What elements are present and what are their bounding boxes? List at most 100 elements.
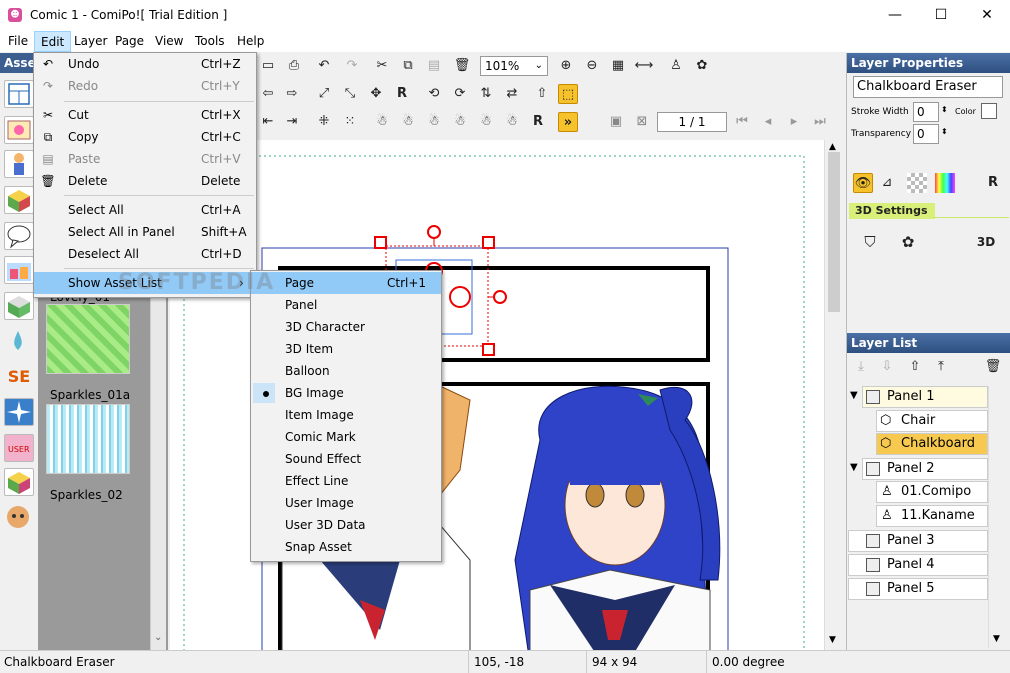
menu-file[interactable]: File: [2, 31, 34, 52]
color-swatch[interactable]: [981, 103, 997, 119]
submenu-3d-item[interactable]: 3D Item: [251, 338, 441, 360]
undo-icon[interactable]: ↶: [314, 56, 334, 76]
menu-paste[interactable]: ▤ Paste Ctrl+V: [34, 148, 256, 170]
move-bottom-icon[interactable]: ⤓: [851, 357, 871, 377]
chevron-down-icon[interactable]: ▼: [993, 634, 1000, 644]
submenu-effect-line[interactable]: Effect Line: [251, 470, 441, 492]
trash-icon[interactable]: 🗑: [983, 357, 1003, 377]
character-pose-3-icon[interactable]: ☃: [424, 112, 444, 132]
menu-undo[interactable]: ↶ Undo Ctrl+Z: [34, 53, 256, 75]
menu-select-all-in-panel[interactable]: Select All in Panel Shift+A: [34, 221, 256, 243]
rotate-right-icon[interactable]: ⟳: [450, 84, 470, 104]
user-3d-data-icon[interactable]: [4, 468, 34, 496]
3d-pose-icon[interactable]: ✿: [895, 229, 921, 255]
scale-down-icon[interactable]: ⁙: [340, 112, 360, 132]
expand-arrow-icon[interactable]: ▼: [850, 462, 858, 473]
character-pose-4-icon[interactable]: ☃: [450, 112, 470, 132]
submenu-snap-asset[interactable]: Snap Asset: [251, 536, 441, 558]
character-pose-1-icon[interactable]: ☃: [372, 112, 392, 132]
menu-layer[interactable]: Layer: [68, 31, 113, 52]
layer-row-panel-1[interactable]: Panel 1: [862, 386, 988, 408]
arrow-right-icon[interactable]: ⇨: [282, 84, 302, 104]
menu-tools[interactable]: Tools: [189, 31, 231, 52]
3d-rotate-icon[interactable]: ⛉: [857, 229, 883, 255]
previous-page-icon[interactable]: ◂: [758, 112, 778, 132]
minimize-button[interactable]: —: [872, 0, 918, 31]
fit-page-icon[interactable]: ▦: [608, 56, 628, 76]
canvas-scrollbar[interactable]: ▲ ▼: [824, 140, 842, 650]
submenu-page[interactable]: Page Ctrl+1: [251, 272, 441, 294]
menu-redo[interactable]: ↷ Redo Ctrl+Y: [34, 75, 256, 97]
layer-row-comipo[interactable]: ♙01.Comipo ...: [876, 481, 988, 519]
expand-icon[interactable]: ⤢: [314, 84, 334, 104]
reset-pose-icon[interactable]: R: [528, 112, 548, 132]
last-page-icon[interactable]: ⏭: [810, 112, 830, 132]
lock-icon[interactable]: ⬚: [558, 84, 578, 104]
3d-character-icon[interactable]: [4, 150, 34, 178]
print-icon[interactable]: ⎙: [284, 56, 304, 76]
layer-row-chalkboard[interactable]: ⬡Chalkboard ...: [876, 433, 988, 471]
remove-page-icon[interactable]: ⊠: [632, 112, 652, 132]
submenu-user-3d-data[interactable]: User 3D Data: [251, 514, 441, 536]
menu-copy[interactable]: ⧉ Copy Ctrl+C: [34, 126, 256, 148]
rotate-left-icon[interactable]: ⟲: [424, 84, 444, 104]
panel-icon[interactable]: [4, 116, 34, 144]
chevron-down-icon[interactable]: ⌄: [154, 632, 162, 643]
submenu-comic-mark[interactable]: Comic Mark: [251, 426, 441, 448]
arrow-left-icon[interactable]: ⇦: [258, 84, 278, 104]
zoom-in-icon[interactable]: ⊕: [556, 56, 576, 76]
menu-select-all[interactable]: Select All Ctrl+A: [34, 199, 256, 221]
sound-effect-icon[interactable]: SE: [4, 364, 34, 392]
new-icon[interactable]: ▭: [258, 56, 278, 76]
pan-right-icon[interactable]: ⇥: [282, 112, 302, 132]
close-button[interactable]: ✕: [964, 0, 1010, 31]
layer-row-panel-5[interactable]: Panel 5: [848, 578, 988, 600]
pan-left-icon[interactable]: ⇤: [258, 112, 278, 132]
layer-row-chair[interactable]: ⬡ Chair: [876, 410, 988, 432]
flip-vertical-icon[interactable]: ⇅: [476, 84, 496, 104]
menu-help[interactable]: Help: [231, 31, 270, 52]
transparency-field[interactable]: 0: [913, 124, 939, 144]
fast-forward-icon[interactable]: »: [558, 112, 578, 132]
character-pose-2-icon[interactable]: ☃: [398, 112, 418, 132]
submenu-panel[interactable]: Panel: [251, 294, 441, 316]
trash-icon[interactable]: 🗑: [452, 56, 472, 76]
flip-horizontal-icon[interactable]: ⇄: [502, 84, 522, 104]
item-image-icon[interactable]: [4, 292, 34, 320]
reset-icon[interactable]: R: [392, 84, 412, 104]
3d-item-icon[interactable]: [4, 186, 34, 214]
submenu-user-image[interactable]: User Image: [251, 492, 441, 514]
stroke-width-field[interactable]: 0: [913, 102, 939, 122]
move-top-icon[interactable]: ⤒: [931, 357, 951, 377]
next-page-icon[interactable]: ▸: [784, 112, 804, 132]
chevron-down-icon[interactable]: ▼: [829, 635, 836, 645]
image-edit-icon[interactable]: ⊿: [877, 173, 897, 193]
layer-name-field[interactable]: Chalkboard Eraser: [853, 76, 1003, 98]
render-icon[interactable]: ✿: [692, 56, 712, 76]
submenu-item-image[interactable]: Item Image: [251, 404, 441, 426]
3d-reset-icon[interactable]: 3D: [973, 229, 999, 255]
layer-row-panel-3[interactable]: Panel 3: [848, 530, 988, 552]
bring-forward-icon[interactable]: ⇧: [532, 84, 552, 104]
add-page-icon[interactable]: ▣: [606, 112, 626, 132]
menu-delete[interactable]: 🗑 Delete Delete: [34, 170, 256, 192]
spin-icon[interactable]: ⬍: [941, 127, 948, 136]
scale-up-icon[interactable]: ⁜: [314, 112, 334, 132]
maximize-button[interactable]: ☐: [918, 0, 964, 31]
balloon-icon[interactable]: [4, 222, 34, 250]
snap-asset-icon[interactable]: [4, 504, 34, 532]
layer-list-scrollbar[interactable]: ▼: [988, 386, 1006, 648]
copy-icon[interactable]: ⧉: [398, 56, 418, 76]
spin-icon[interactable]: ⬍: [941, 105, 948, 114]
layer-row-panel-4[interactable]: Panel 4: [848, 554, 988, 576]
bg-image-icon[interactable]: [4, 256, 34, 284]
submenu-3d-character[interactable]: 3D Character: [251, 316, 441, 338]
submenu-balloon[interactable]: Balloon: [251, 360, 441, 382]
fit-width-icon[interactable]: ⟷: [634, 56, 654, 76]
asset-label[interactable]: Sparkles_01a: [50, 388, 130, 402]
color-gradient-icon[interactable]: [935, 173, 955, 193]
menu-page[interactable]: Page: [109, 31, 150, 52]
submenu-bg-image[interactable]: BG Image: [251, 382, 441, 404]
eye-icon[interactable]: 👁: [853, 173, 873, 193]
chevron-up-icon[interactable]: ▲: [829, 142, 836, 152]
